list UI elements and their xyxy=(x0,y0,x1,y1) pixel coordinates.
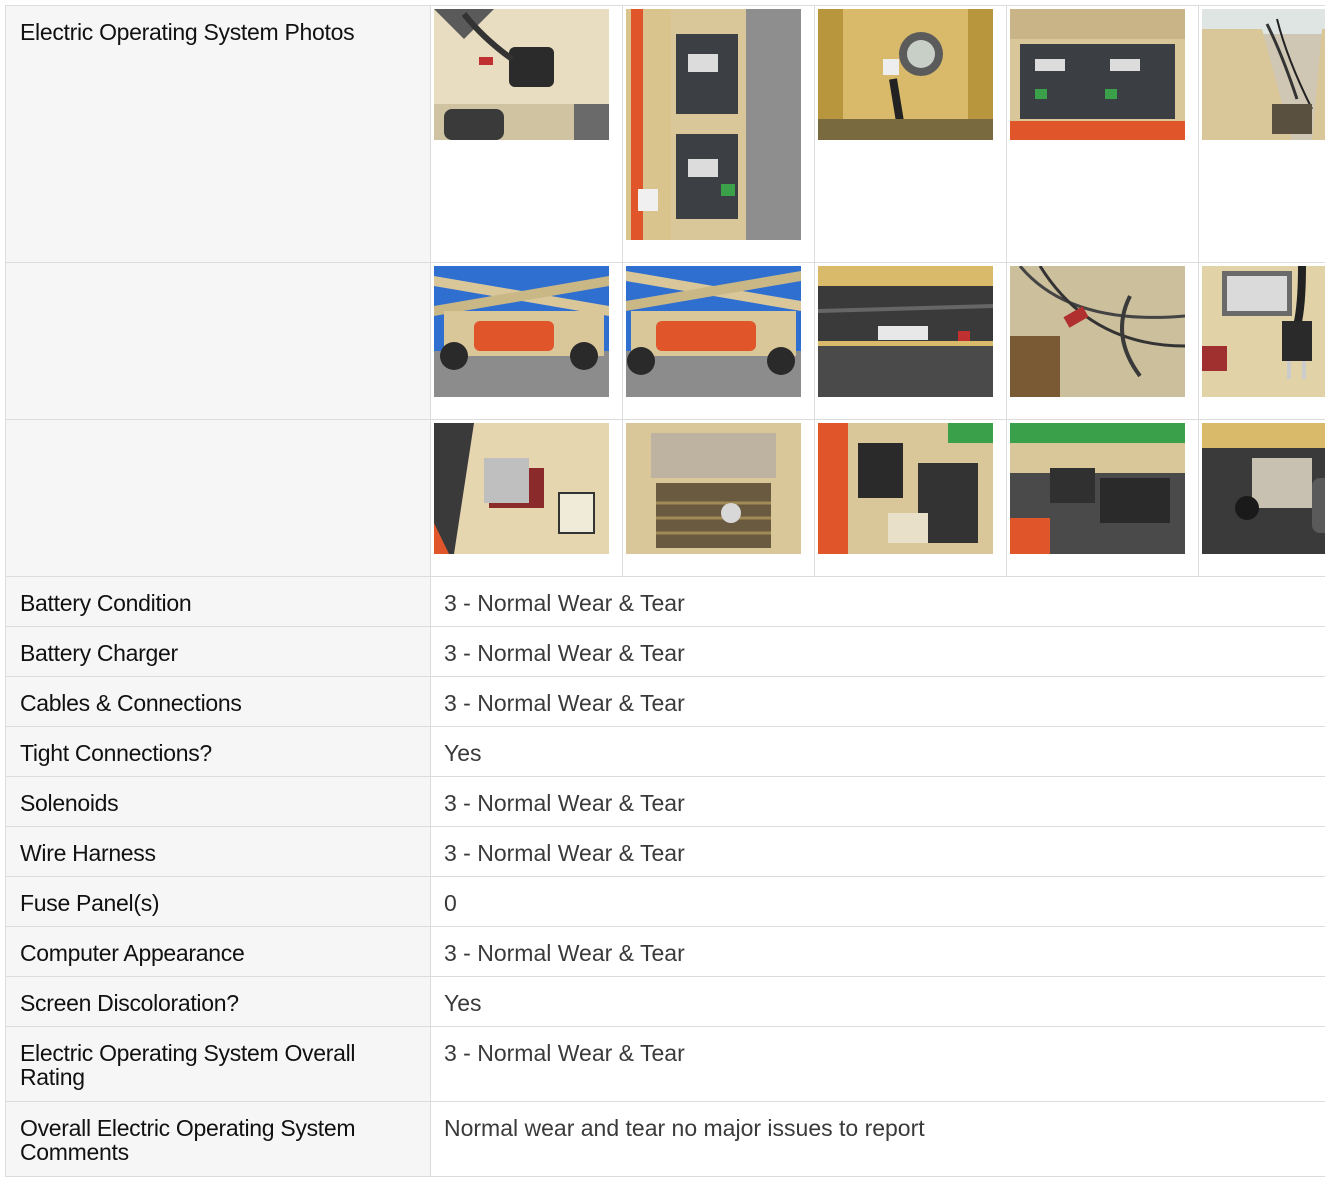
photo-cell xyxy=(815,6,1007,263)
field-row-overall-rating: Electric Operating System Overall Rating… xyxy=(6,1027,1325,1102)
field-row-fuse-panels: Fuse Panel(s) 0 xyxy=(6,877,1325,927)
field-label: Electric Operating System Overall Rating xyxy=(6,1027,431,1102)
motor-assembly-photo[interactable] xyxy=(1202,423,1325,554)
photo-row xyxy=(6,263,1325,420)
photo-cell xyxy=(815,420,1007,577)
field-label: Battery Condition xyxy=(6,577,431,627)
field-label: Battery Charger xyxy=(6,627,431,677)
photo-cell xyxy=(1007,263,1199,420)
field-value: 0 xyxy=(431,877,1325,927)
photo-cell xyxy=(1199,420,1325,577)
control-panel-photo[interactable] xyxy=(818,423,993,554)
photo-cell xyxy=(1199,263,1325,420)
compartment-wiring-photo[interactable] xyxy=(1202,9,1325,140)
field-row-solenoids: Solenoids 3 - Normal Wear & Tear xyxy=(6,777,1325,827)
photo-row xyxy=(6,420,1325,577)
field-row-overall-comments: Overall Electric Operating System Commen… xyxy=(6,1102,1325,1177)
field-row-screen-discoloration: Screen Discoloration? Yes xyxy=(6,977,1325,1027)
motor-cables-photo[interactable] xyxy=(818,266,993,397)
field-row-computer-appearance: Computer Appearance 3 - Normal Wear & Te… xyxy=(6,927,1325,977)
field-row-battery-charger: Battery Charger 3 - Normal Wear & Tear xyxy=(6,627,1325,677)
field-value: 3 - Normal Wear & Tear xyxy=(431,777,1325,827)
charger-plug-photo[interactable] xyxy=(1202,266,1325,397)
photo-row: Electric Operating System Photos xyxy=(6,6,1325,263)
photos-label: Electric Operating System Photos xyxy=(20,19,354,45)
photo-cell xyxy=(623,6,815,263)
field-row-battery-condition: Battery Condition 3 - Normal Wear & Tear xyxy=(6,577,1325,627)
field-value: Yes xyxy=(431,977,1325,1027)
photos-label-cell xyxy=(6,263,431,420)
field-label: Overall Electric Operating System Commen… xyxy=(6,1102,431,1177)
field-value: 3 - Normal Wear & Tear xyxy=(431,677,1325,727)
photo-cell xyxy=(431,6,623,263)
battery-compartment-photo[interactable] xyxy=(1010,9,1185,140)
photo-cell xyxy=(815,263,1007,420)
photo-cell xyxy=(623,420,815,577)
field-value: Yes xyxy=(431,727,1325,777)
battery-bay-photo[interactable] xyxy=(626,423,801,554)
photo-cell xyxy=(1007,420,1199,577)
disconnect-switch-photo[interactable] xyxy=(434,423,609,554)
field-value: Normal wear and tear no major issues to … xyxy=(431,1102,1325,1177)
field-row-cables-connections: Cables & Connections 3 - Normal Wear & T… xyxy=(6,677,1325,727)
scissor-lift-front-photo[interactable] xyxy=(626,266,801,397)
battery-tray-photo[interactable] xyxy=(626,9,801,240)
photo-cell xyxy=(1007,6,1199,263)
field-label: Computer Appearance xyxy=(6,927,431,977)
field-row-wire-harness: Wire Harness 3 - Normal Wear & Tear xyxy=(6,827,1325,877)
field-label: Solenoids xyxy=(6,777,431,827)
photo-cell xyxy=(431,420,623,577)
photos-label-cell xyxy=(6,420,431,577)
electric-operating-system-table: Electric Operating System Photos xyxy=(5,5,1325,1177)
field-label: Cables & Connections xyxy=(6,677,431,727)
field-label: Tight Connections? xyxy=(6,727,431,777)
photo-cell xyxy=(623,263,815,420)
field-value: 3 - Normal Wear & Tear xyxy=(431,927,1325,977)
battery-meter-photo[interactable] xyxy=(818,9,993,140)
field-value: 3 - Normal Wear & Tear xyxy=(431,627,1325,677)
photo-cell xyxy=(431,263,623,420)
field-label: Fuse Panel(s) xyxy=(6,877,431,927)
field-value: 3 - Normal Wear & Tear xyxy=(431,827,1325,877)
field-label: Screen Discoloration? xyxy=(6,977,431,1027)
wire-bundle-photo[interactable] xyxy=(1010,266,1185,397)
battery-connector-photo[interactable] xyxy=(434,9,609,140)
photo-cell xyxy=(1199,6,1325,263)
field-label: Wire Harness xyxy=(6,827,431,877)
solenoid-assembly-photo[interactable] xyxy=(1010,423,1185,554)
field-value: 3 - Normal Wear & Tear xyxy=(431,1027,1325,1102)
photos-label-cell: Electric Operating System Photos xyxy=(6,6,431,263)
scissor-lift-side-photo[interactable] xyxy=(434,266,609,397)
field-value: 3 - Normal Wear & Tear xyxy=(431,577,1325,627)
field-row-tight-connections: Tight Connections? Yes xyxy=(6,727,1325,777)
